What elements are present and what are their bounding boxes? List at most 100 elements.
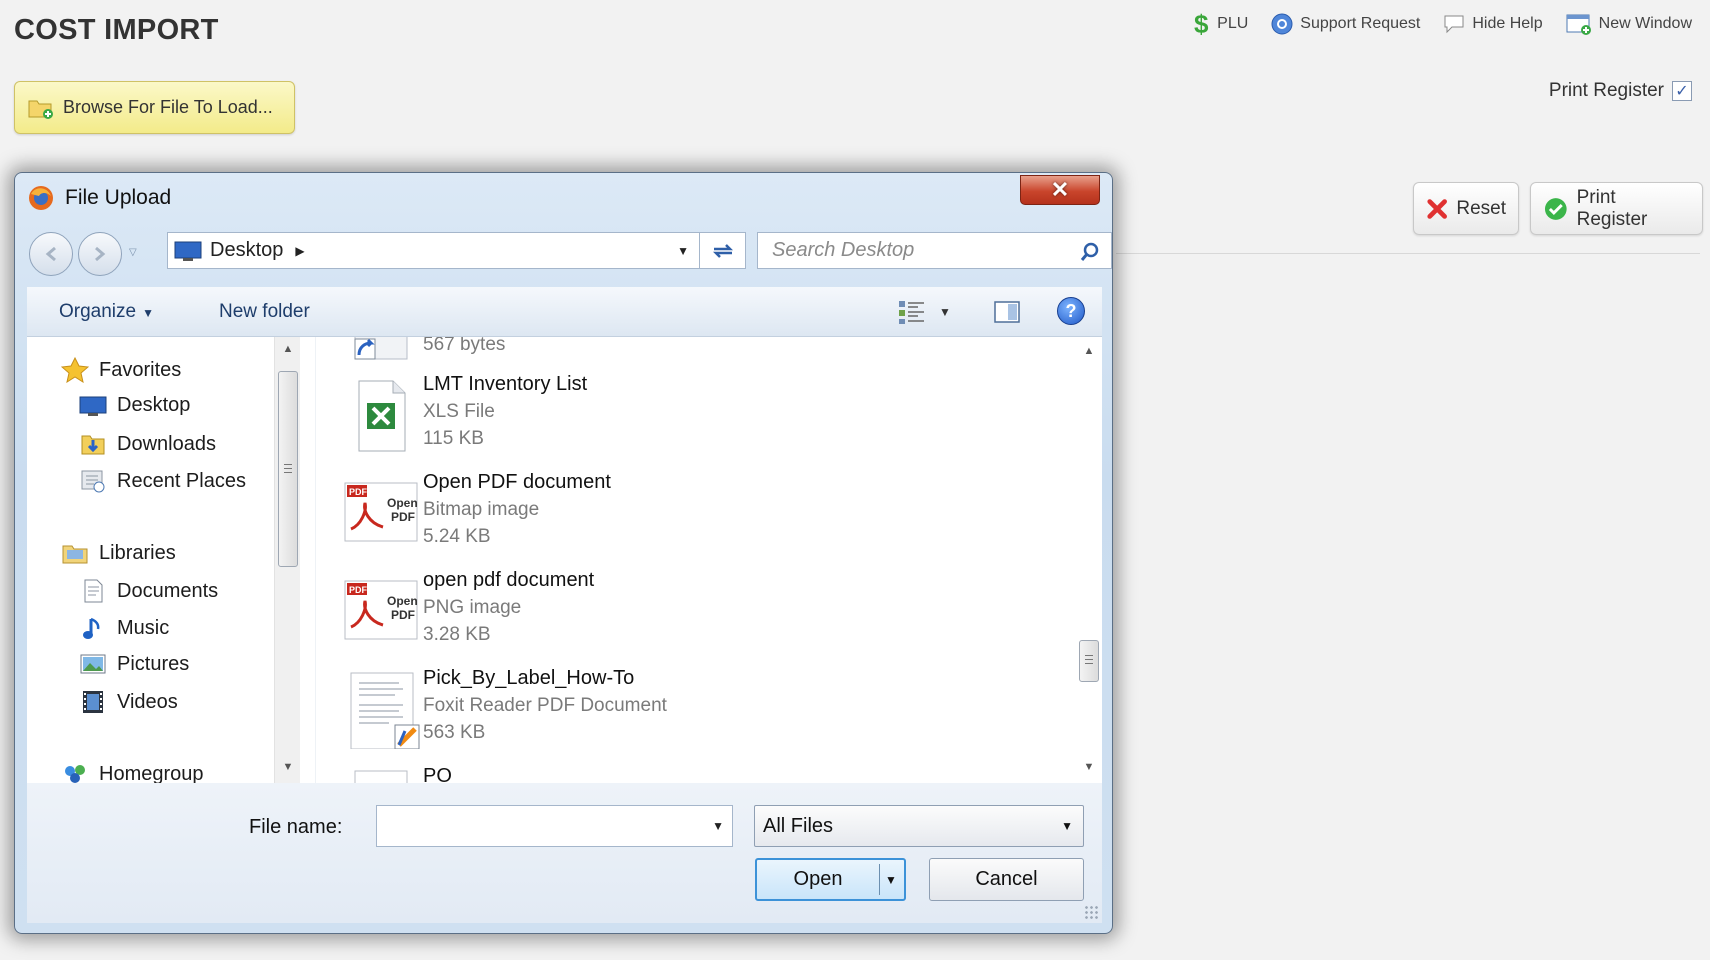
preview-pane-button[interactable] — [993, 299, 1021, 330]
address-bar[interactable]: Desktop ▶ ▼ — [167, 232, 700, 269]
file-item[interactable]: 567 bytes — [317, 337, 1037, 367]
refresh-icon — [712, 243, 733, 258]
new-window-link[interactable]: New Window — [1565, 12, 1692, 36]
nav-documents[interactable]: Documents — [79, 578, 218, 604]
print-register-button[interactable]: Print Register — [1530, 182, 1703, 235]
hide-help-link[interactable]: Hide Help — [1442, 13, 1543, 35]
file-item[interactable]: PDF Open PDF Open PDF document Bitmap imag… — [317, 469, 1037, 559]
nav-downloads[interactable]: Downloads — [79, 431, 216, 457]
downloads-folder-icon — [81, 435, 105, 455]
nav-pictures[interactable]: Pictures — [79, 652, 189, 676]
address-crumb[interactable]: Desktop — [210, 239, 283, 262]
navigation-row: ▽ Desktop ▶ ▼ — [29, 231, 1112, 276]
open-button[interactable]: Open ▼ — [755, 858, 906, 901]
file-upload-dialog: File Upload ✕ ▽ Desktop ▶ ▼ Organize ▼ Ne… — [14, 172, 1113, 934]
nav-pane-scrollbar[interactable]: ▲ ▼ — [274, 337, 300, 783]
search-box[interactable] — [757, 232, 1112, 269]
documents-icon — [84, 579, 103, 603]
scroll-up-icon[interactable]: ▲ — [1076, 345, 1102, 357]
page-title: COST IMPORT — [14, 14, 219, 46]
scroll-down-icon[interactable]: ▼ — [1076, 761, 1102, 773]
recent-locations-dropdown[interactable]: ▽ — [129, 247, 137, 258]
dialog-title-bar: File Upload — [27, 184, 171, 212]
back-button[interactable] — [29, 232, 73, 276]
nav-recent-places[interactable]: Recent Places — [79, 468, 246, 494]
cancel-button[interactable]: Cancel — [929, 858, 1084, 901]
file-type: PNG image — [423, 597, 522, 618]
pane-divider[interactable] — [300, 337, 316, 783]
svg-text:Open: Open — [387, 594, 418, 608]
browse-file-button[interactable]: Browse For File To Load... — [14, 81, 295, 134]
new-folder-button[interactable]: New folder — [219, 301, 310, 323]
pictures-icon — [80, 654, 106, 674]
divider — [1116, 253, 1700, 254]
split-divider — [879, 864, 880, 895]
file-name-dropdown-icon[interactable]: ▼ — [712, 819, 724, 833]
print-register-option: Print Register ✓ — [1549, 80, 1692, 102]
support-request-link[interactable]: Support Request — [1270, 12, 1420, 36]
help-icon[interactable]: ? — [1057, 297, 1085, 325]
print-register-checkbox[interactable]: ✓ — [1672, 81, 1692, 101]
browse-file-label: Browse For File To Load... — [63, 97, 273, 117]
file-item[interactable]: PDF Open PDF open pdf document PNG image 3… — [317, 567, 1037, 657]
file-name-label: File name: — [249, 816, 343, 838]
file-list-scrollbar[interactable]: ▲ ▼ — [1076, 337, 1102, 783]
breadcrumb-arrow-icon[interactable]: ▶ — [295, 244, 304, 258]
forward-button[interactable] — [78, 232, 122, 276]
file-name-combobox[interactable]: ▼ — [376, 805, 733, 847]
nav-desktop[interactable]: Desktop — [79, 394, 190, 417]
shortcut-icon — [354, 337, 408, 360]
close-button[interactable]: ✕ — [1020, 175, 1100, 205]
file-item[interactable]: LMT Inventory List XLS File 115 KB — [317, 371, 1037, 461]
nav-homegroup[interactable]: Homegroup — [61, 762, 204, 783]
excel-icon — [358, 380, 406, 452]
open-label: Open — [793, 868, 843, 890]
change-view-button[interactable]: ▼ — [897, 298, 951, 326]
scroll-down-icon[interactable]: ▼ — [275, 761, 301, 773]
scroll-up-icon[interactable]: ▲ — [275, 343, 301, 355]
scroll-thumb[interactable] — [278, 371, 298, 567]
search-input[interactable] — [772, 239, 1062, 262]
pdf-icon: PDFOpenPDF — [344, 482, 418, 542]
open-options-dropdown-icon[interactable]: ▼ — [885, 873, 897, 887]
organize-menu[interactable]: Organize ▼ — [59, 301, 154, 323]
music-icon — [83, 617, 100, 639]
red-x-icon — [1427, 198, 1447, 219]
file-name: Open PDF document — [423, 471, 611, 493]
nav-videos[interactable]: Videos — [79, 689, 178, 715]
file-type: Foxit Reader PDF Document — [423, 695, 667, 716]
dollar-icon: $ — [1194, 10, 1209, 38]
file-type-select[interactable]: All Files ▼ — [754, 805, 1084, 847]
nav-homegroup-label: Homegroup — [99, 762, 204, 784]
preview-pane-icon — [994, 301, 1020, 323]
reset-button[interactable]: Reset — [1413, 182, 1519, 235]
file-item[interactable]: PO — [317, 763, 1037, 783]
file-item[interactable]: Pick_By_Label_How-To Foxit Reader PDF Do… — [317, 665, 1037, 755]
support-icon — [1271, 13, 1293, 35]
address-dropdown-icon[interactable]: ▼ — [677, 244, 689, 258]
search-icon[interactable] — [1079, 241, 1101, 263]
plu-label: PLU — [1217, 15, 1249, 32]
nav-libraries[interactable]: Libraries — [61, 541, 176, 565]
svg-text:PDF: PDF — [391, 510, 415, 524]
file-icon — [354, 770, 408, 783]
chevron-down-icon: ▼ — [142, 306, 154, 320]
svg-text:PDF: PDF — [391, 608, 415, 622]
scroll-thumb[interactable] — [1079, 640, 1099, 682]
nav-favorites[interactable]: Favorites — [61, 357, 181, 383]
view-dropdown-icon: ▼ — [939, 305, 951, 319]
recent-places-icon — [81, 470, 105, 493]
dialog-toolbar: Organize ▼ New folder ▼ ? — [27, 287, 1102, 337]
view-details-icon — [899, 301, 924, 324]
svg-text:Open: Open — [387, 496, 418, 510]
file-type: Bitmap image — [423, 499, 540, 520]
resize-grip[interactable] — [1084, 905, 1098, 919]
foxit-document-icon — [350, 672, 420, 749]
nav-music[interactable]: Music — [79, 615, 169, 641]
plu-link[interactable]: $ PLU — [1193, 10, 1248, 38]
refresh-button[interactable] — [700, 232, 746, 269]
file-name-input[interactable] — [377, 806, 697, 844]
navigation-pane: Favorites Desktop Downloads Recent Place… — [27, 337, 274, 783]
file-name: LMT Inventory List — [423, 373, 588, 395]
nav-recent-places-label: Recent Places — [117, 469, 246, 492]
